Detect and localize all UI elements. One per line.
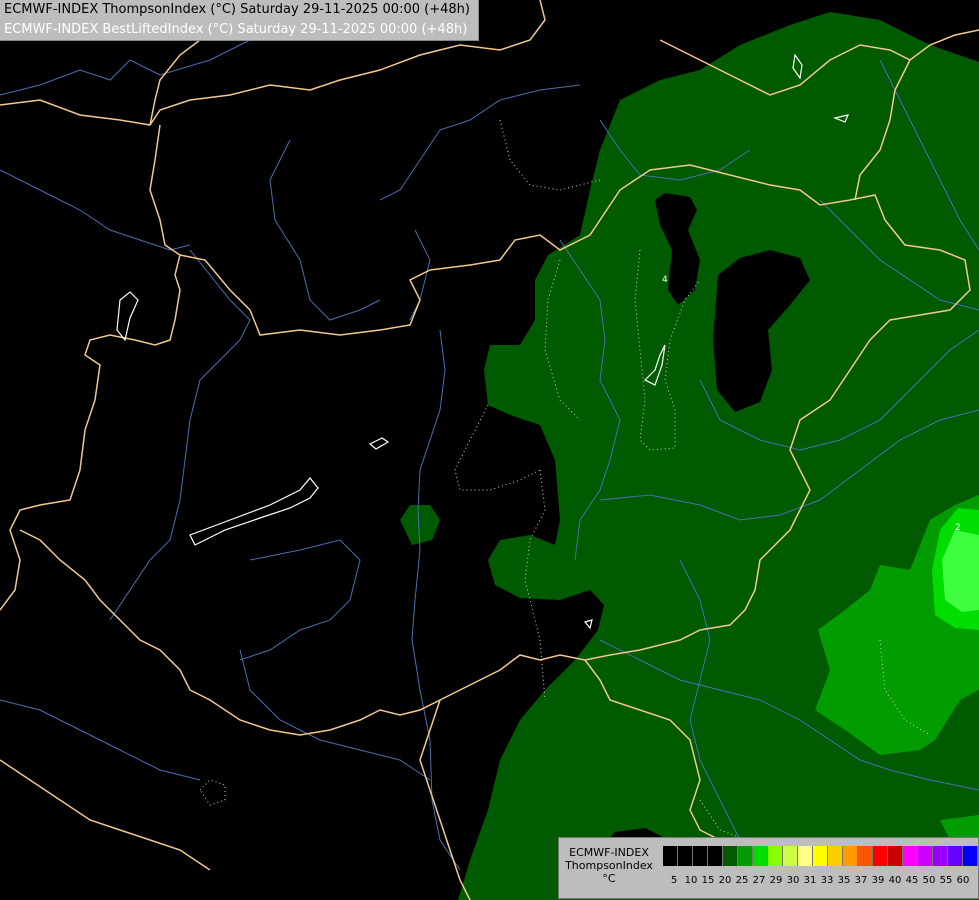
legend-color-cell bbox=[753, 846, 768, 866]
map-title-primary: ECMWF-INDEX ThompsonIndex (°C) Saturday … bbox=[4, 2, 470, 17]
legend-color-cell bbox=[843, 846, 858, 866]
legend-color-cell bbox=[903, 846, 918, 866]
legend-color-cell bbox=[678, 846, 693, 866]
legend-color-bar bbox=[663, 846, 978, 866]
legend-color-cell bbox=[768, 846, 783, 866]
legend-color-cell bbox=[918, 846, 933, 866]
legend-color-cell bbox=[708, 846, 723, 866]
legend-color-cell bbox=[783, 846, 798, 866]
weather-map: 4 2 bbox=[0, 0, 979, 900]
legend-color-cell bbox=[948, 846, 963, 866]
contour-label: 4 bbox=[662, 275, 668, 285]
legend-caption: ECMWF-INDEX ThompsonIndex °C bbox=[559, 846, 659, 885]
legend-color-cell bbox=[693, 846, 708, 866]
legend-color-cell bbox=[873, 846, 888, 866]
legend-model: ECMWF-INDEX bbox=[569, 846, 649, 859]
legend-color-cell bbox=[663, 846, 678, 866]
legend-unit: °C bbox=[602, 872, 616, 885]
contour-label: 2 bbox=[955, 523, 961, 533]
color-legend: ECMWF-INDEX ThompsonIndex °C 5 10 15 20 25 27… bbox=[558, 837, 979, 899]
legend-color-cell bbox=[798, 846, 813, 866]
legend-color-cell bbox=[738, 846, 753, 866]
legend-color-cell bbox=[933, 846, 948, 866]
legend-color-cell bbox=[828, 846, 843, 866]
legend-tick-label: 60 bbox=[956, 875, 970, 886]
legend-color-cell bbox=[888, 846, 903, 866]
legend-color-cell bbox=[813, 846, 828, 866]
legend-color-cell bbox=[963, 846, 978, 866]
map-title-secondary: ECMWF-INDEX BestLiftedIndex (°C) Saturda… bbox=[4, 22, 468, 37]
legend-color-cell bbox=[723, 846, 738, 866]
legend-parameter: ThompsonIndex bbox=[565, 859, 653, 872]
map-title-panel: ECMWF-INDEX ThompsonIndex (°C) Saturday … bbox=[0, 0, 479, 41]
legend-color-cell bbox=[858, 846, 873, 866]
